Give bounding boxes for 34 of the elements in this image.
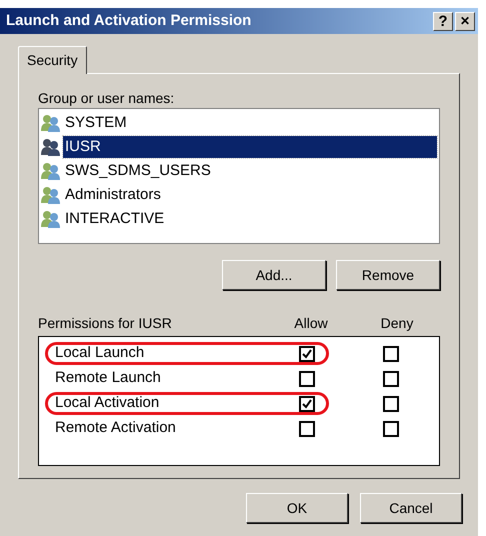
checkbox[interactable] [383, 370, 399, 386]
checkbox[interactable] [299, 346, 315, 362]
list-item[interactable]: INTERACTIVE [63, 208, 437, 230]
list-item[interactable]: SYSTEM [63, 112, 437, 134]
column-header: Deny [380, 314, 414, 333]
window-title: Launch and Activation Permission [6, 10, 252, 31]
permission-name: Local Activation [54, 393, 160, 414]
checkbox[interactable] [299, 420, 315, 436]
users-icon [41, 138, 61, 156]
close-button[interactable]: ✕ [455, 12, 475, 30]
checkbox[interactable] [299, 396, 315, 412]
permission-name: Remote Launch [54, 368, 162, 388]
list-item[interactable]: Administrators [63, 184, 437, 206]
checkbox[interactable] [383, 396, 399, 412]
help-button[interactable]: ? [433, 12, 453, 30]
permission-name: Remote Activation [54, 418, 177, 438]
permissions-label: Permissions for IUSR [38, 314, 173, 332]
users-icon [41, 162, 61, 180]
checkbox[interactable] [299, 370, 315, 386]
checkbox[interactable] [383, 346, 399, 362]
list-item[interactable]: IUSR [63, 136, 437, 158]
checkbox[interactable] [383, 420, 399, 436]
tab[interactable]: Security [18, 46, 87, 74]
column-header: Allow [293, 314, 329, 332]
permission-name: Local Launch [54, 343, 146, 364]
users-icon [41, 186, 61, 204]
remove-button[interactable]: Remove [336, 260, 440, 290]
users-icon [41, 210, 61, 228]
cancel-button[interactable]: Cancel [360, 493, 462, 523]
group-label: Group or user names: [38, 89, 176, 106]
list-item[interactable]: SWS_SDMS_USERS [63, 160, 437, 182]
users-icon [41, 114, 61, 132]
ok-button[interactable]: OK [246, 493, 348, 523]
add-button[interactable]: Add... [222, 260, 326, 290]
